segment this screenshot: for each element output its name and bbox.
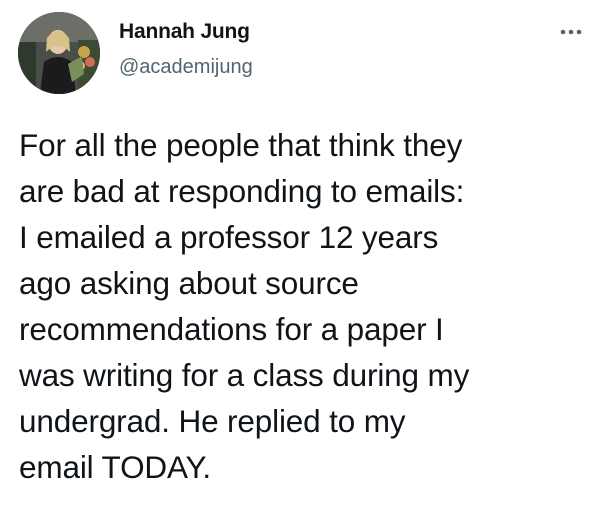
avatar[interactable]: [18, 12, 100, 94]
tweet-text-line: email TODAY.: [19, 449, 211, 485]
tweet-card: Hannah Jung @academijung For all the peo…: [0, 0, 600, 519]
tweet-text-line: recommendations for a paper I: [19, 311, 444, 347]
author-handle[interactable]: @academijung: [119, 56, 253, 79]
more-horizontal-icon: [560, 29, 582, 35]
tweet-text-line: For all the people that think they: [19, 127, 463, 163]
tweet-text-line: are bad at responding to emails:: [19, 173, 465, 209]
tweet-text-line: was writing for a class during my: [19, 357, 470, 393]
tweet-text-line: undergrad. He replied to my: [19, 403, 406, 439]
tweet-text-line: I emailed a professor 12 years: [19, 219, 439, 255]
more-options-button[interactable]: [556, 24, 586, 40]
tweet-text-line: ago asking about source: [19, 265, 359, 301]
avatar-photo-icon: [18, 12, 100, 94]
author-display-name[interactable]: Hannah Jung: [119, 20, 250, 44]
tweet-text: For all the people that think they are b…: [19, 122, 589, 490]
